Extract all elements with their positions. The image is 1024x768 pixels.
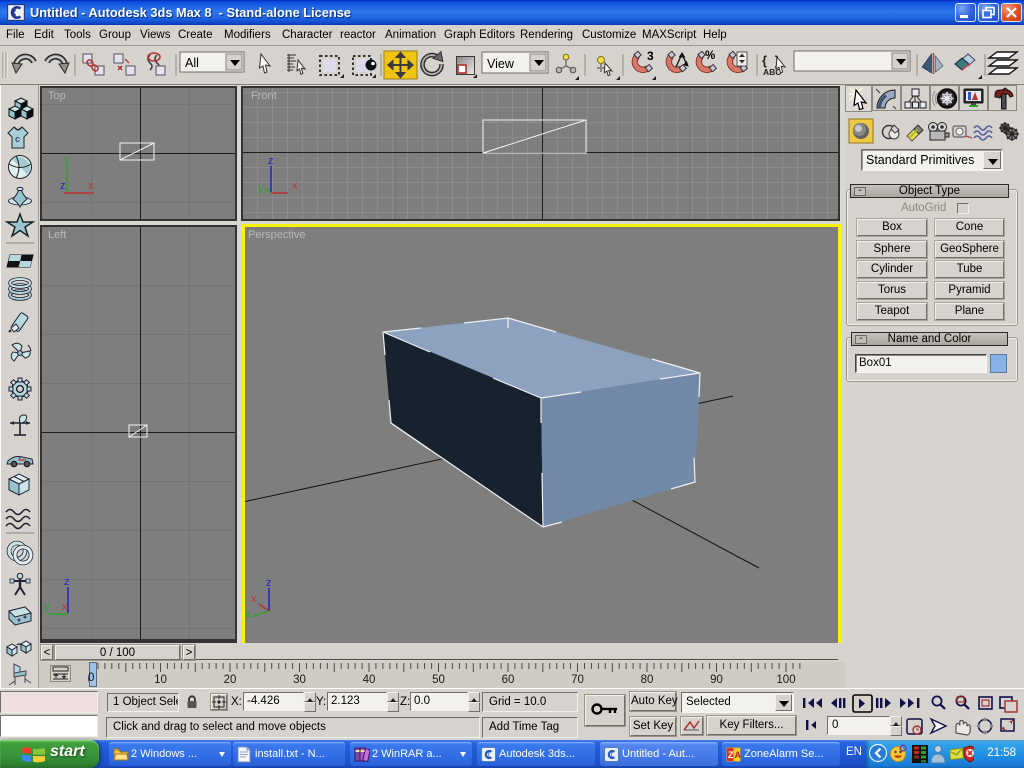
svg-text:z: z	[266, 577, 272, 589]
svg-text:x: x	[292, 180, 298, 192]
svg-text:y: y	[64, 154, 70, 166]
svg-text:z: z	[60, 180, 66, 192]
svg-text:10: 10	[154, 674, 167, 686]
svg-text:3: 3	[647, 49, 654, 63]
svg-text:All: All	[185, 56, 199, 70]
svg-text:20: 20	[224, 674, 237, 686]
svg-text:x: x	[88, 180, 94, 192]
svg-text:x: x	[251, 593, 257, 605]
svg-text:80: 80	[641, 674, 654, 686]
svg-text:60: 60	[502, 674, 515, 686]
svg-text:View: View	[487, 57, 515, 71]
svg-text:ABC: ABC	[763, 67, 781, 77]
svg-text:%: %	[705, 50, 715, 62]
svg-text:y: y	[258, 182, 264, 194]
svg-text:50: 50	[432, 674, 445, 686]
svg-text:40: 40	[363, 674, 376, 686]
svg-text:z: z	[64, 576, 70, 588]
svg-text:y: y	[44, 601, 50, 613]
svg-text:c: c	[15, 134, 20, 144]
svg-text:y: y	[245, 608, 251, 620]
svg-text:A: A	[735, 750, 742, 760]
svg-text:x: x	[62, 601, 68, 613]
svg-text:30: 30	[293, 674, 306, 686]
svg-text:100: 100	[776, 674, 795, 686]
svg-text:90: 90	[710, 674, 723, 686]
svg-text:z: z	[268, 155, 274, 167]
svg-text:Z: Z	[728, 750, 734, 760]
svg-text:70: 70	[571, 674, 584, 686]
